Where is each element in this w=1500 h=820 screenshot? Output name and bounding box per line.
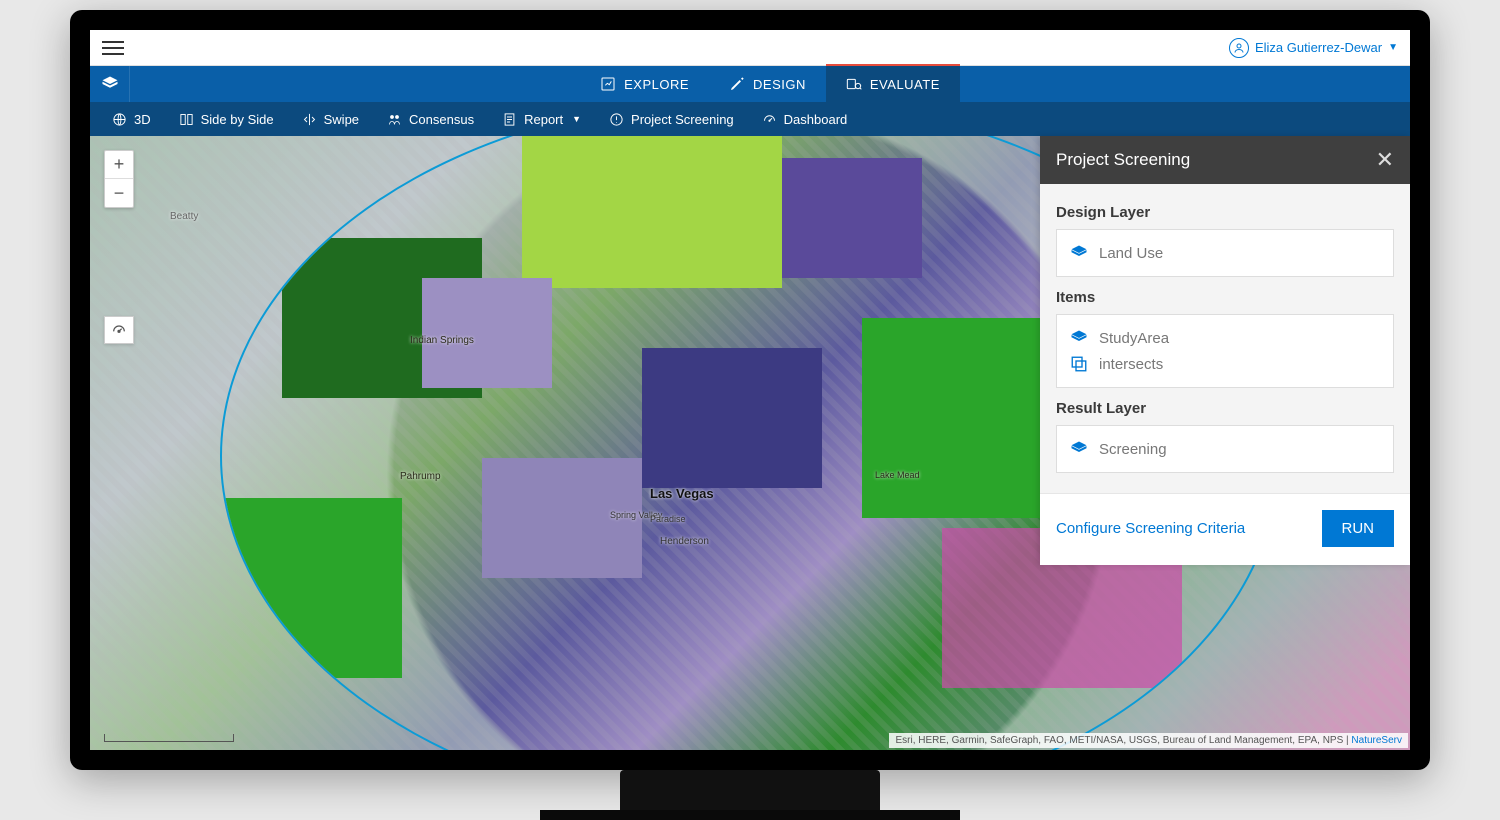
monitor-base bbox=[540, 810, 960, 820]
layers-toggle-button[interactable] bbox=[90, 66, 130, 102]
tab-explore-label: EXPLORE bbox=[624, 77, 689, 92]
tab-explore[interactable]: EXPLORE bbox=[580, 66, 709, 102]
tool-sidebyside-label: Side by Side bbox=[201, 112, 274, 127]
nav-tabs: EXPLORE DESIGN EVALUATE bbox=[90, 66, 1410, 102]
hamburger-menu-icon[interactable] bbox=[102, 41, 124, 55]
tool-consensus[interactable]: Consensus bbox=[375, 102, 486, 136]
tool-3d-label: 3D bbox=[134, 112, 151, 127]
chevron-down-icon: ▼ bbox=[1388, 42, 1398, 53]
result-layer-value: Screening bbox=[1099, 441, 1167, 458]
design-layer-value: Land Use bbox=[1099, 245, 1163, 262]
tab-evaluate-label: EVALUATE bbox=[870, 77, 940, 92]
app-screen: Eliza Gutierrez-Dewar ▼ EXPLORE DESIGN E… bbox=[90, 30, 1410, 750]
layers-icon bbox=[1069, 244, 1089, 262]
panel-footer: Configure Screening Criteria RUN bbox=[1040, 493, 1410, 565]
item-text: intersects bbox=[1099, 356, 1163, 373]
run-button[interactable]: RUN bbox=[1322, 510, 1395, 547]
panel-title: Project Screening bbox=[1056, 150, 1190, 170]
item-text: StudyArea bbox=[1099, 330, 1169, 347]
performance-gauge-button[interactable] bbox=[104, 316, 134, 344]
tool-report-label: Report bbox=[524, 112, 563, 127]
tool-report[interactable]: Report ▼ bbox=[490, 102, 593, 136]
tool-3d[interactable]: 3D bbox=[100, 102, 163, 136]
items-label: Items bbox=[1056, 289, 1394, 306]
user-icon bbox=[1229, 38, 1249, 58]
design-layer-card[interactable]: Land Use bbox=[1056, 229, 1394, 277]
tool-consensus-label: Consensus bbox=[409, 112, 474, 127]
zoom-out-button[interactable]: − bbox=[105, 179, 133, 207]
tab-evaluate[interactable]: EVALUATE bbox=[826, 66, 960, 102]
monitor-frame: Eliza Gutierrez-Dewar ▼ EXPLORE DESIGN E… bbox=[70, 10, 1430, 770]
zoom-in-button[interactable]: + bbox=[105, 151, 133, 179]
tab-design-label: DESIGN bbox=[753, 77, 806, 92]
design-layer-label: Design Layer bbox=[1056, 204, 1394, 221]
user-menu[interactable]: Eliza Gutierrez-Dewar ▼ bbox=[1229, 38, 1398, 58]
configure-criteria-link[interactable]: Configure Screening Criteria bbox=[1056, 520, 1245, 537]
tool-sidebyside[interactable]: Side by Side bbox=[167, 102, 286, 136]
attribution-text: Esri, HERE, Garmin, SafeGraph, FAO, METI… bbox=[895, 735, 1351, 746]
tool-project-screening[interactable]: Project Screening bbox=[597, 102, 746, 136]
intersect-icon bbox=[1069, 355, 1089, 373]
zoom-controls: + − bbox=[104, 150, 134, 208]
chevron-down-icon: ▼ bbox=[572, 114, 581, 124]
tool-swipe-label: Swipe bbox=[324, 112, 359, 127]
project-screening-panel: Project Screening ✕ Design Layer Land Us… bbox=[1040, 136, 1410, 565]
tool-dashboard[interactable]: Dashboard bbox=[750, 102, 860, 136]
item-row: StudyArea bbox=[1069, 325, 1381, 351]
toolbar: 3D Side by Side Swipe Consensus Report ▼ bbox=[90, 102, 1410, 136]
result-layer-card[interactable]: Screening bbox=[1056, 425, 1394, 473]
layers-icon bbox=[1069, 329, 1089, 347]
attribution-link[interactable]: NatureServ bbox=[1351, 735, 1402, 746]
panel-header: Project Screening ✕ bbox=[1040, 136, 1410, 184]
user-name: Eliza Gutierrez-Dewar bbox=[1255, 40, 1382, 55]
tool-swipe[interactable]: Swipe bbox=[290, 102, 371, 136]
result-layer-label: Result Layer bbox=[1056, 400, 1394, 417]
tool-dashboard-label: Dashboard bbox=[784, 112, 848, 127]
close-icon[interactable]: ✕ bbox=[1376, 147, 1394, 173]
items-card[interactable]: StudyArea intersects bbox=[1056, 314, 1394, 388]
item-row: intersects bbox=[1069, 351, 1381, 377]
scale-bar bbox=[104, 734, 234, 742]
layers-icon bbox=[1069, 440, 1089, 458]
tool-project-screening-label: Project Screening bbox=[631, 112, 734, 127]
map-attribution: Esri, HERE, Garmin, SafeGraph, FAO, METI… bbox=[889, 733, 1408, 748]
tab-design[interactable]: DESIGN bbox=[709, 66, 826, 102]
top-bar: Eliza Gutierrez-Dewar ▼ bbox=[90, 30, 1410, 66]
